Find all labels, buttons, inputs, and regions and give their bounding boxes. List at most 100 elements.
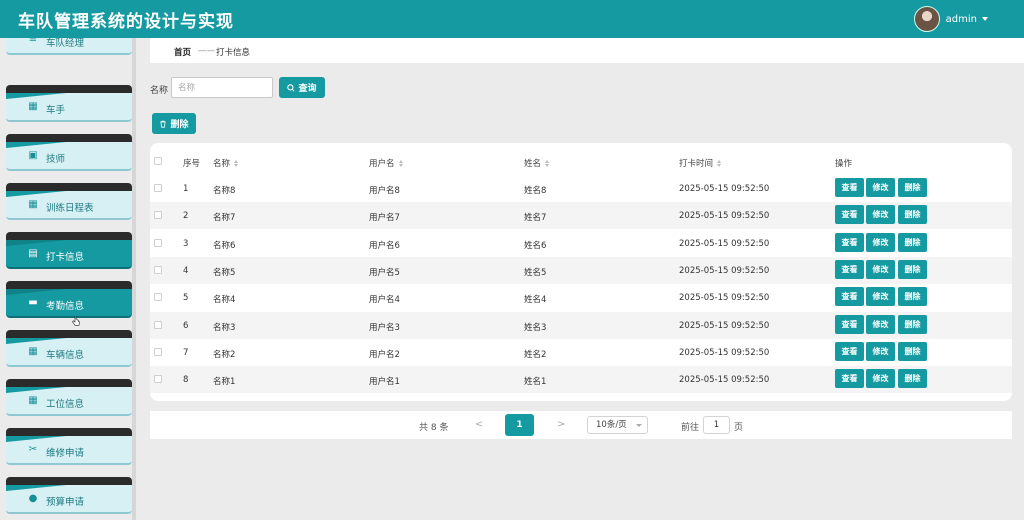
edit-button[interactable]: 修改 [866,232,895,252]
sort-icon[interactable] [234,159,239,167]
goto-page-input[interactable] [703,416,730,434]
mouse-cursor-icon [72,316,80,326]
sort-icon[interactable] [545,159,550,167]
col-header-time[interactable]: 打卡时间 [679,157,722,169]
table-row: 7 名称2 用户名2 姓名2 2025-05-15 09:52:50 查看 修改 删除 [150,339,1012,366]
search-input[interactable] [171,77,273,98]
cell-time: 2025-05-15 09:52:50 [679,320,770,331]
sidebar-item-label: 车队经理 [46,38,85,49]
sidebar-item-label: 车辆信息 [46,350,85,361]
page-1-button[interactable]: 1 [505,414,534,436]
sidebar-item[interactable]: ✂ 维修申请 [6,428,132,465]
edit-button[interactable]: 修改 [866,341,895,361]
view-button[interactable]: 查看 [835,341,864,361]
edit-button[interactable]: 修改 [866,287,895,307]
row-checkbox[interactable] [154,347,162,356]
cell-username: 用户名1 [369,377,400,388]
delete-button[interactable]: 删除 [898,314,927,334]
grid-icon: ▦ [28,199,38,210]
username-label[interactable]: admin [946,14,977,25]
row-checkbox[interactable] [154,211,162,220]
col-header-realname[interactable]: 姓名 [524,157,550,169]
delete-button[interactable]: 删除 [898,369,927,389]
page-size-select[interactable]: 10条/页 [587,416,648,434]
sidebar-item[interactable]: ▬ 考勤信息 [6,281,132,318]
cell-index: 2 [183,211,189,222]
view-button[interactable]: 查看 [835,259,864,279]
breadcrumb-current: 打卡信息 [216,48,251,58]
sidebar-item[interactable]: ▦ 工位信息 [6,379,132,416]
delete-button[interactable]: 删除 [898,341,927,361]
cell-time: 2025-05-15 09:52:50 [679,265,770,276]
cell-name: 名称6 [213,240,236,251]
cell-name: 名称8 [213,186,236,196]
sidebar-item[interactable]: ● 预算申请 [6,477,132,514]
sidebar-item[interactable]: ▣ 技师 [6,134,132,171]
cell-index: 4 [183,265,189,276]
cell-time: 2025-05-15 09:52:50 [679,238,770,249]
sidebar-item[interactable]: ▦ 训练日程表 [6,183,132,220]
sort-icon[interactable] [398,159,403,167]
clipboard-icon: ▤ [28,248,38,259]
view-button[interactable]: 查看 [835,369,864,389]
breadcrumb-home[interactable]: 首页 [174,46,191,58]
avatar[interactable] [913,6,940,32]
col-header-name[interactable]: 名称 [213,157,239,169]
delete-button[interactable]: 删除 [898,287,927,307]
cell-username: 用户名8 [369,186,400,196]
sidebar: ≡ 车队经理 ▦ 车手 ▣ 技师 ▦ 训练日程表 ▤ 打卡信息 ▬ 考勤信息 ▦ 车辆信息 ▦ 工位信息 ✂ 维修… [0,38,137,520]
list-icon: ≡ [28,38,38,45]
breadcrumb: 首页 —— 打卡信息 [150,38,1024,63]
delete-button[interactable]: 删除 [898,178,927,197]
chart-icon: ▣ [28,150,38,161]
sidebar-item[interactable]: ▦ 车辆信息 [6,330,132,367]
delete-button[interactable]: 删除 [898,259,927,279]
sidebar-item[interactable]: ▤ 打卡信息 [6,232,132,269]
select-all-checkbox[interactable] [154,157,162,165]
grid-icon: ▦ [28,395,38,406]
cell-index: 1 [183,184,189,194]
cell-username: 用户名6 [369,240,400,251]
row-checkbox[interactable] [154,238,162,247]
row-checkbox[interactable] [154,293,162,302]
search-icon [287,83,296,92]
chevron-down-icon [636,424,642,427]
view-button[interactable]: 查看 [835,205,864,225]
row-checkbox[interactable] [154,184,162,192]
user-menu[interactable]: admin [913,6,988,32]
sort-icon[interactable] [717,159,722,167]
row-checkbox[interactable] [154,375,162,384]
view-button[interactable]: 查看 [835,232,864,252]
batch-delete-button[interactable]: 删除 [152,113,196,134]
cell-time: 2025-05-15 09:52:50 [679,347,770,358]
row-checkbox[interactable] [154,320,162,329]
pagination-total: 共 8 条 [419,423,449,433]
sidebar-item-label: 工位信息 [46,399,85,410]
next-page-button[interactable]: > [557,419,565,430]
user-icon: ● [28,493,38,504]
view-button[interactable]: 查看 [835,178,864,197]
briefcase-icon: ▬ [28,297,38,308]
edit-button[interactable]: 修改 [866,369,895,389]
cell-index: 8 [183,375,189,386]
view-button[interactable]: 查看 [835,287,864,307]
row-checkbox[interactable] [154,265,162,274]
caret-down-icon[interactable] [982,17,988,21]
sidebar-item[interactable]: ≡ 车队经理 [6,38,132,55]
delete-button[interactable]: 删除 [898,232,927,252]
prev-page-button[interactable]: < [475,419,483,430]
edit-button[interactable]: 修改 [866,178,895,197]
top-bar: 车队管理系统的设计与实现 admin [0,0,1024,38]
view-button[interactable]: 查看 [835,314,864,334]
edit-button[interactable]: 修改 [866,259,895,279]
sidebar-scrollbar[interactable] [132,38,136,520]
edit-button[interactable]: 修改 [866,314,895,334]
sidebar-item[interactable]: ▦ 车手 [6,85,132,122]
cell-realname: 姓名3 [524,322,547,333]
search-button[interactable]: 查询 [279,77,325,98]
col-header-username[interactable]: 用户名 [369,157,403,169]
edit-button[interactable]: 修改 [866,205,895,225]
ticket-icon: ✂ [28,444,38,455]
delete-button[interactable]: 删除 [898,205,927,225]
table-row: 1 名称8 用户名8 姓名8 2025-05-15 09:52:50 查看 修改 删除 [150,175,1012,202]
